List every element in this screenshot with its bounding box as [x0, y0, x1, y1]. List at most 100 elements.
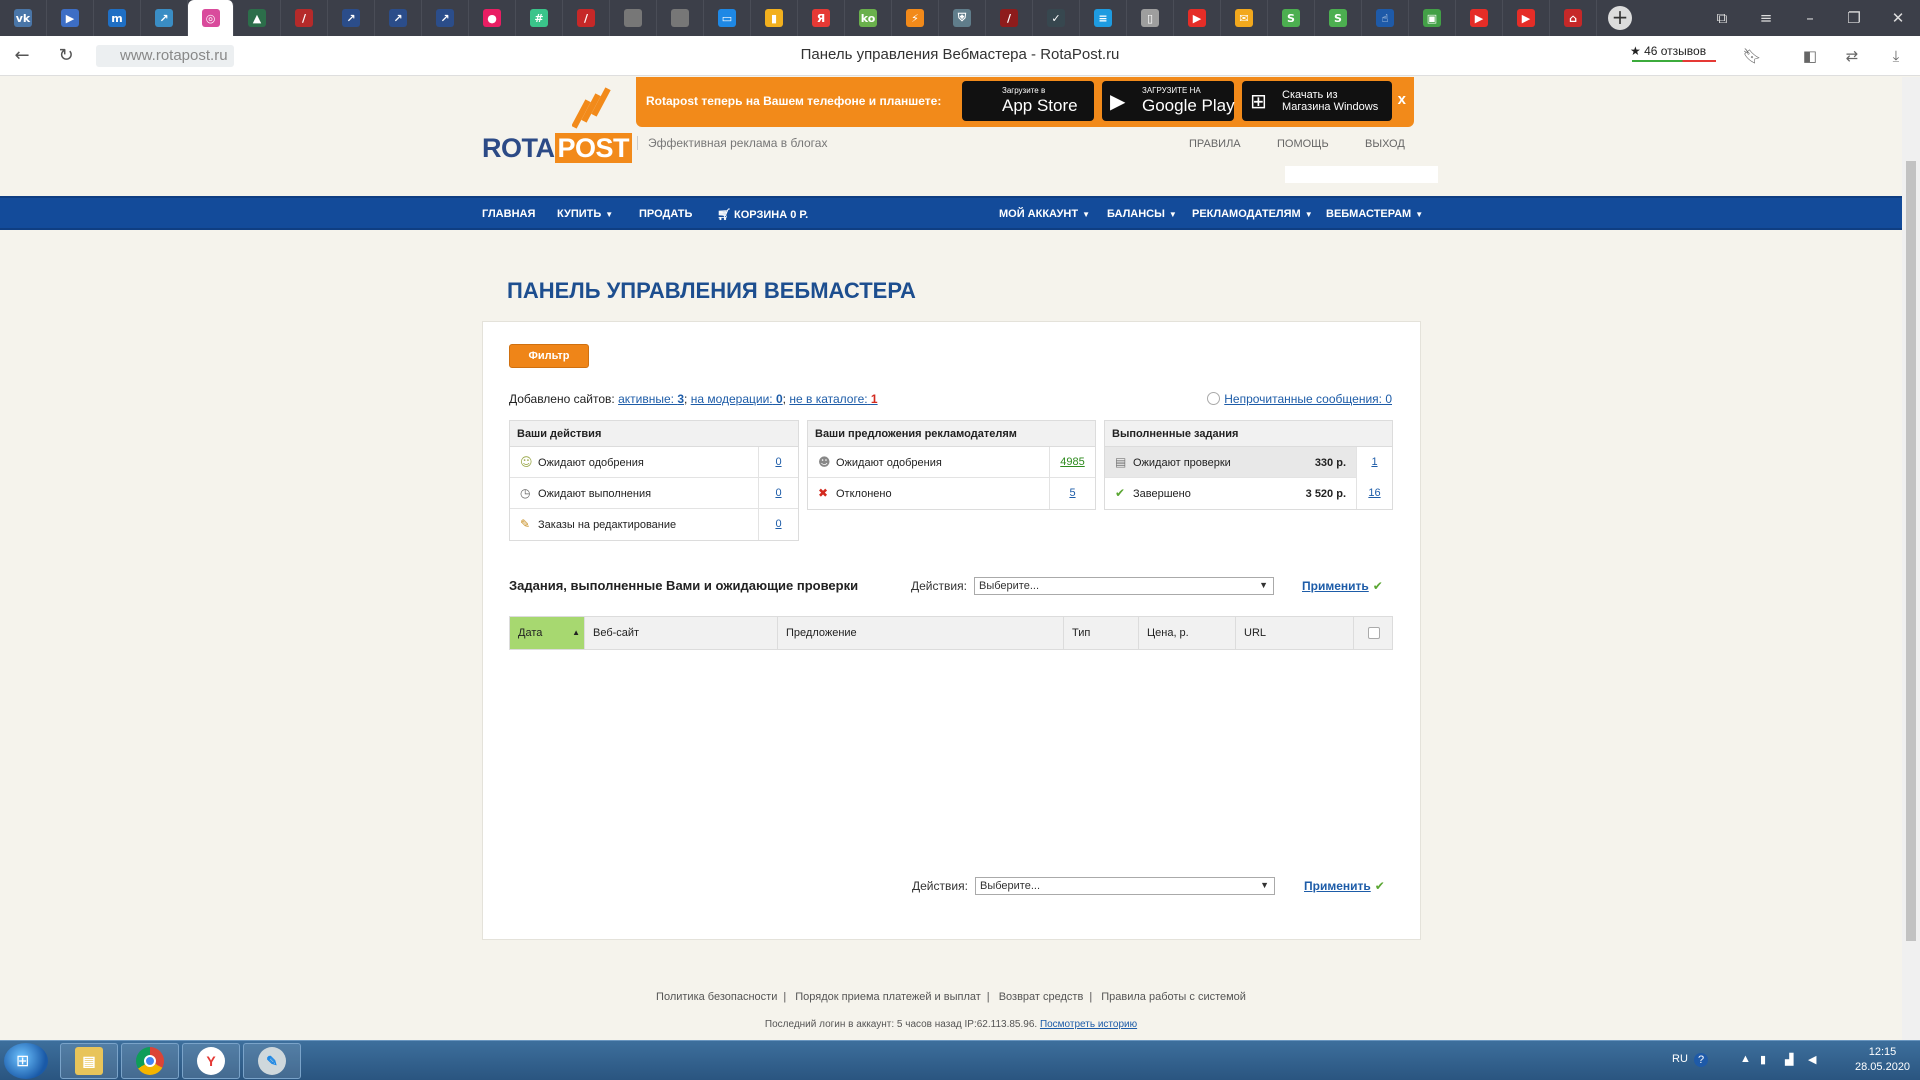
start-button[interactable]: ⊞ [4, 1043, 48, 1079]
column-header-type[interactable]: Тип [1064, 617, 1139, 649]
footer-link[interactable]: Возврат средств [999, 991, 1084, 1003]
menu-icon[interactable]: ≡ [1744, 9, 1788, 27]
browser-tab[interactable]: / [986, 0, 1033, 36]
browser-tab[interactable]: ↗ [422, 0, 469, 36]
count-link[interactable]: 1 [1356, 447, 1392, 478]
column-header-price[interactable]: Цена, р. [1139, 617, 1236, 649]
browser-tab[interactable]: m [94, 0, 141, 36]
google-play-button[interactable]: ▶ ЗАГРУЗИТЕ НА Google Play [1102, 81, 1235, 121]
signal-icon[interactable]: ▟ [1785, 1053, 1793, 1066]
count-link[interactable]: 0 [758, 478, 798, 509]
browser-tab[interactable]: ▶ [1456, 0, 1503, 36]
footer-link[interactable]: Политика безопасности [656, 991, 777, 1003]
browser-tab[interactable]: / [281, 0, 328, 36]
browser-tab[interactable]: S [1315, 0, 1362, 36]
page-scrollbar[interactable] [1902, 77, 1920, 1040]
browser-tab[interactable]: ≡ [1080, 0, 1127, 36]
browser-tab[interactable]: ✉ [1221, 0, 1268, 36]
browser-tab[interactable]: ◎ [188, 0, 234, 36]
taskbar-paint[interactable]: ✎ [243, 1043, 301, 1079]
windows-store-button[interactable]: ⊞ Скачать из Магазина Windows [1242, 81, 1392, 121]
not-in-catalog-link[interactable]: не в каталоге: 1 [789, 392, 877, 406]
nav-account[interactable]: Мой аккаунт ▼ [999, 208, 1090, 220]
column-header-website[interactable]: Веб-сайт [585, 617, 778, 649]
browser-tab[interactable] [610, 0, 657, 36]
browser-tab[interactable]: / [563, 0, 610, 36]
browser-tab[interactable]: ● [469, 0, 516, 36]
taskbar-yandex-browser[interactable]: Y [182, 1043, 240, 1079]
browser-tab[interactable]: ↗ [141, 0, 188, 36]
history-link[interactable]: Посмотреть историю [1040, 1019, 1137, 1030]
bookmark-icon[interactable]: 🔖︎ [1742, 46, 1762, 66]
reviews-badge[interactable]: ★ 46 отзывов [1630, 44, 1706, 58]
browser-tab[interactable]: ▭ [704, 0, 751, 36]
language-indicator[interactable]: RU [1672, 1053, 1688, 1065]
translate-icon[interactable]: ⇄ [1842, 46, 1862, 66]
rules-link[interactable]: Правила [1189, 138, 1241, 150]
tabs-menu-icon[interactable]: ⧉ [1700, 9, 1744, 27]
restore-button[interactable]: ❐ [1832, 9, 1876, 27]
nav-sell[interactable]: Продать [639, 208, 692, 220]
active-sites-link[interactable]: активные: 3 [618, 392, 684, 406]
browser-tab[interactable]: ▮ [751, 0, 798, 36]
show-hidden-icons[interactable]: ▲ [1740, 1053, 1751, 1065]
nav-cart[interactable]: 🛒︎ Корзина 0 р. [717, 208, 808, 221]
browser-tab[interactable]: Я [798, 0, 845, 36]
apply-button-bottom[interactable]: Применить ✔ [1304, 879, 1385, 893]
scroll-thumb[interactable] [1906, 161, 1916, 941]
filter-button[interactable]: Фильтр [509, 344, 589, 368]
column-header-url[interactable]: URL [1236, 617, 1354, 649]
system-clock[interactable]: 12:15 28.05.2020 [1855, 1045, 1910, 1075]
extension-icon[interactable]: ◧ [1800, 46, 1820, 66]
search-input[interactable] [1285, 166, 1438, 183]
browser-tab[interactable]: ▶ [1503, 0, 1550, 36]
actions-select-top[interactable]: Выберите... ▼ [974, 577, 1274, 595]
minimize-button[interactable]: – [1788, 9, 1832, 27]
browser-tab[interactable]: ▲ [234, 0, 281, 36]
browser-tab[interactable]: ⛨ [939, 0, 986, 36]
browser-tab[interactable]: ✓ [1033, 0, 1080, 36]
browser-tab[interactable]: ☝ [1362, 0, 1409, 36]
actions-select-bottom[interactable]: Выберите... ▼ [975, 877, 1275, 895]
browser-tab[interactable]: ↗ [375, 0, 422, 36]
close-window-button[interactable]: ✕ [1876, 9, 1920, 27]
browser-tab[interactable]: ⌂ [1550, 0, 1597, 36]
browser-tab[interactable]: ▶ [47, 0, 94, 36]
network-icon[interactable]: ▮ [1760, 1053, 1766, 1066]
nav-home[interactable]: Главная [482, 208, 535, 220]
nav-balances[interactable]: Балансы ▼ [1107, 208, 1177, 220]
apply-button-top[interactable]: Применить ✔ [1302, 579, 1383, 593]
taskbar-explorer[interactable]: ▤ [60, 1043, 118, 1079]
new-tab-button[interactable]: + [1603, 0, 1637, 36]
help-icon[interactable]: ? [1694, 1053, 1708, 1067]
browser-tab[interactable]: ↗ [328, 0, 375, 36]
footer-link[interactable]: Порядок приема платежей и выплат [795, 991, 981, 1003]
unread-messages[interactable]: Непрочитанные сообщения: 0 [1207, 392, 1392, 406]
count-link[interactable]: 0 [758, 509, 798, 540]
column-header-offer[interactable]: Предложение [778, 617, 1064, 649]
browser-tab[interactable]: S [1268, 0, 1315, 36]
column-header-date[interactable]: Дата ▲ [510, 617, 585, 649]
nav-buy[interactable]: Купить ▼ [557, 208, 613, 220]
browser-tab[interactable]: vk [0, 0, 47, 36]
browser-tab[interactable]: ⚡ [892, 0, 939, 36]
logout-link[interactable]: Выход [1365, 138, 1405, 150]
select-all-checkbox[interactable] [1368, 627, 1380, 639]
browser-tab[interactable]: ko [845, 0, 892, 36]
count-link[interactable]: 5 [1049, 478, 1095, 509]
browser-tab[interactable]: ▶ [1174, 0, 1221, 36]
count-link[interactable]: 0 [758, 447, 798, 478]
app-store-button[interactable]: Загрузите в App Store [962, 81, 1094, 121]
count-link[interactable]: 4985 [1049, 447, 1095, 478]
browser-tab[interactable]: ▣ [1409, 0, 1456, 36]
count-link[interactable]: 16 [1356, 478, 1392, 509]
download-icon[interactable]: ⤓ [1886, 46, 1906, 66]
browser-tab[interactable] [657, 0, 704, 36]
browser-tab[interactable]: # [516, 0, 563, 36]
promo-close-button[interactable]: x [1398, 91, 1406, 108]
moderation-sites-link[interactable]: на модерации: 0 [691, 392, 783, 406]
browser-tab[interactable]: ▯ [1127, 0, 1174, 36]
volume-icon[interactable]: ◀︎ [1808, 1053, 1816, 1066]
footer-link[interactable]: Правила работы с системой [1101, 991, 1246, 1003]
nav-advertisers[interactable]: Рекламодателям ▼ [1192, 208, 1313, 220]
